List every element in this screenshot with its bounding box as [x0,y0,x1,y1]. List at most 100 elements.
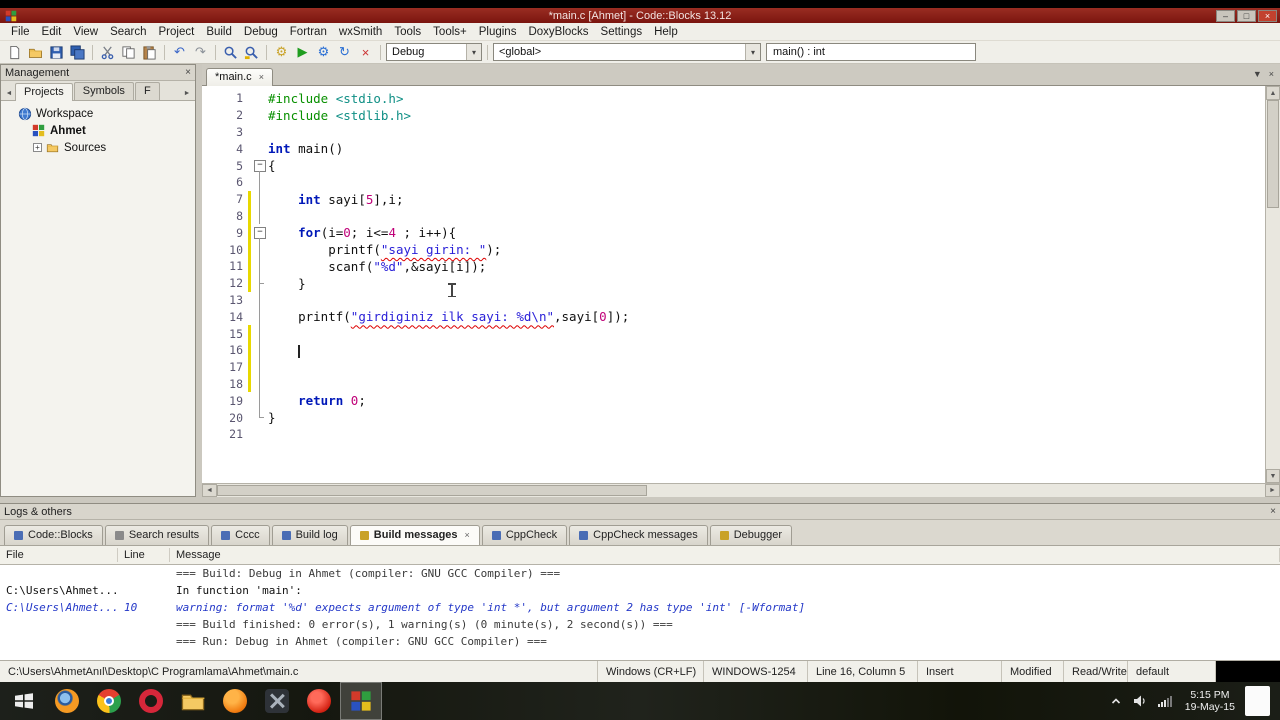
taskbar-opera[interactable] [130,682,172,720]
logs-tab-search-results[interactable]: Search results [104,525,210,545]
fold-marker[interactable] [253,157,266,174]
editor-line-15[interactable]: 15 [202,325,1280,342]
scroll-up-icon[interactable]: ▲ [1266,86,1280,100]
log-row[interactable]: C:\Users\Ahmet... In function 'main': [0,582,1280,599]
cut-icon[interactable] [98,43,117,62]
menu-item-doxyblocks[interactable]: DoxyBlocks [522,26,594,38]
build-and-run-icon[interactable]: ⚙ [314,43,333,62]
editor-line-17[interactable]: 17 [202,358,1280,376]
expand-icon[interactable]: + [33,143,42,152]
taskbar-firefox[interactable] [46,682,88,720]
management-tab-symbols[interactable]: Symbols [73,82,134,100]
editor-line-6[interactable]: 6 [202,173,1280,191]
editor-line-10[interactable]: 10 printf("sayi girin: "); [202,241,1280,258]
save-all-icon[interactable] [68,43,87,62]
menu-item-view[interactable]: View [67,26,104,38]
editor-tab-main-c[interactable]: *main.c × [206,68,273,86]
menu-item-wxsmith[interactable]: wxSmith [333,26,388,38]
dropdown-arrow-icon[interactable]: ▾ [745,44,760,60]
logs-tab-build-messages[interactable]: Build messages × [349,525,480,545]
paste-icon[interactable] [140,43,159,62]
editor-line-5[interactable]: 5{ [202,157,1280,174]
maximize-button[interactable]: □ [1237,9,1256,22]
management-tab-projects[interactable]: Projects [15,83,73,101]
logs-tab-cppcheck-messages[interactable]: CppCheck messages [569,525,708,545]
scope-combo[interactable]: <global> ▾ [493,43,761,61]
vertical-scrollbar[interactable]: ▲ ▼ [1265,86,1280,483]
menu-item-search[interactable]: Search [104,26,152,38]
abort-build-icon[interactable]: × [356,43,375,62]
tree-item-ahmet[interactable]: Ahmet [1,122,195,139]
open-file-icon[interactable] [26,43,45,62]
redo-icon[interactable]: ↷ [191,43,210,62]
editor-line-18[interactable]: 18 [202,375,1280,393]
scroll-right-icon[interactable]: ► [1265,484,1280,497]
logs-close-icon[interactable]: × [1270,506,1276,517]
taskbar-x-app[interactable] [256,682,298,720]
copy-icon[interactable] [119,43,138,62]
taskbar-avast[interactable] [214,682,256,720]
tabs-scroll-right-icon[interactable]: ► [181,86,193,100]
build-target-combo[interactable]: Debug ▾ [386,43,482,61]
menu-item-help[interactable]: Help [648,26,684,38]
new-file-icon[interactable] [5,43,24,62]
undo-icon[interactable]: ↶ [170,43,189,62]
start-button[interactable] [2,682,46,720]
rebuild-icon[interactable]: ↻ [335,43,354,62]
hscroll-track[interactable] [217,484,1265,497]
menu-item-project[interactable]: Project [153,26,201,38]
logs-tab-cccc[interactable]: Cccc [211,525,270,545]
logs-tab-debugger[interactable]: Debugger [709,525,793,545]
tree-item-sources[interactable]: + Sources [1,139,195,156]
editor-line-9[interactable]: 9 for(i=0; i<=4 ; i++){ [202,224,1280,242]
volume-icon[interactable] [1132,693,1148,709]
taskbar-clock[interactable]: 5:15 PM 19-May-15 [1185,689,1235,714]
log-row[interactable]: === Run: Debug in Ahmet (compiler: GNU G… [0,633,1280,650]
menu-item-tools[interactable]: Tools [388,26,427,38]
build-icon[interactable]: ⚙ [272,43,291,62]
touch-keyboard-button[interactable] [1245,686,1270,716]
save-file-icon[interactable] [47,43,66,62]
log-row[interactable]: C:\Users\Ahmet... 10 warning: format '%d' … [0,599,1280,616]
menu-item-debug[interactable]: Debug [238,26,284,38]
logs-tab-code-blocks[interactable]: Code::Blocks [4,525,103,545]
taskbar-codeblocks[interactable] [340,682,382,720]
editor-line-20[interactable]: 20} [202,409,1280,426]
horizontal-scrollbar[interactable]: ◄ ► [202,483,1280,497]
menu-item-fortran[interactable]: Fortran [284,26,333,38]
tree-item-workspace[interactable]: Workspace [1,105,195,122]
editor-line-12[interactable]: 12 } [202,274,1280,292]
editor-line-19[interactable]: 19 return 0; [202,392,1280,409]
management-close-icon[interactable]: × [185,67,191,78]
log-tab-close-icon[interactable]: × [465,530,470,540]
close-button[interactable]: × [1258,9,1277,22]
logs-tab-build-log[interactable]: Build log [271,525,348,545]
editor-line-7[interactable]: 7 int sayi[5],i; [202,190,1280,208]
menu-item-settings[interactable]: Settings [595,26,649,38]
tabs-scroll-left-icon[interactable]: ◄ [3,86,15,100]
editor-line-1[interactable]: 1 #include <stdio.h> [202,90,1280,107]
tab-list-icon[interactable]: ▼ [1253,69,1262,79]
hidden-icons-icon[interactable] [1109,694,1123,708]
editor-line-2[interactable]: 2 #include <stdlib.h> [202,107,1280,124]
logs-tab-cppcheck[interactable]: CppCheck [481,525,568,545]
fold-marker[interactable] [253,224,266,241]
log-row[interactable]: === Build finished: 0 error(s), 1 warnin… [0,616,1280,633]
find-icon[interactable] [221,43,240,62]
scroll-down-icon[interactable]: ▼ [1266,469,1280,483]
tabstrip-close-icon[interactable]: × [1269,69,1274,79]
taskbar-aimp[interactable] [298,682,340,720]
log-row[interactable]: === Build: Debug in Ahmet (compiler: GNU… [0,565,1280,582]
menu-item-build[interactable]: Build [200,26,238,38]
menu-item-plugins[interactable]: Plugins [473,26,523,38]
menu-item-edit[interactable]: Edit [36,26,68,38]
menu-item-file[interactable]: File [5,26,36,38]
window-titlebar[interactable]: *main.c [Ahmet] - Code::Blocks 13.12 – □… [0,8,1280,23]
scroll-left-icon[interactable]: ◄ [202,484,217,497]
editor-line-3[interactable]: 3 [202,124,1280,141]
goto-icon[interactable] [242,43,261,62]
editor-line-16[interactable]: 16 [202,341,1280,359]
tab-close-icon[interactable]: × [259,72,264,82]
editor-line-14[interactable]: 14 printf("girdiginiz ilk sayi: %d\n",sa… [202,308,1280,325]
editor-line-13[interactable]: 13 [202,291,1280,309]
